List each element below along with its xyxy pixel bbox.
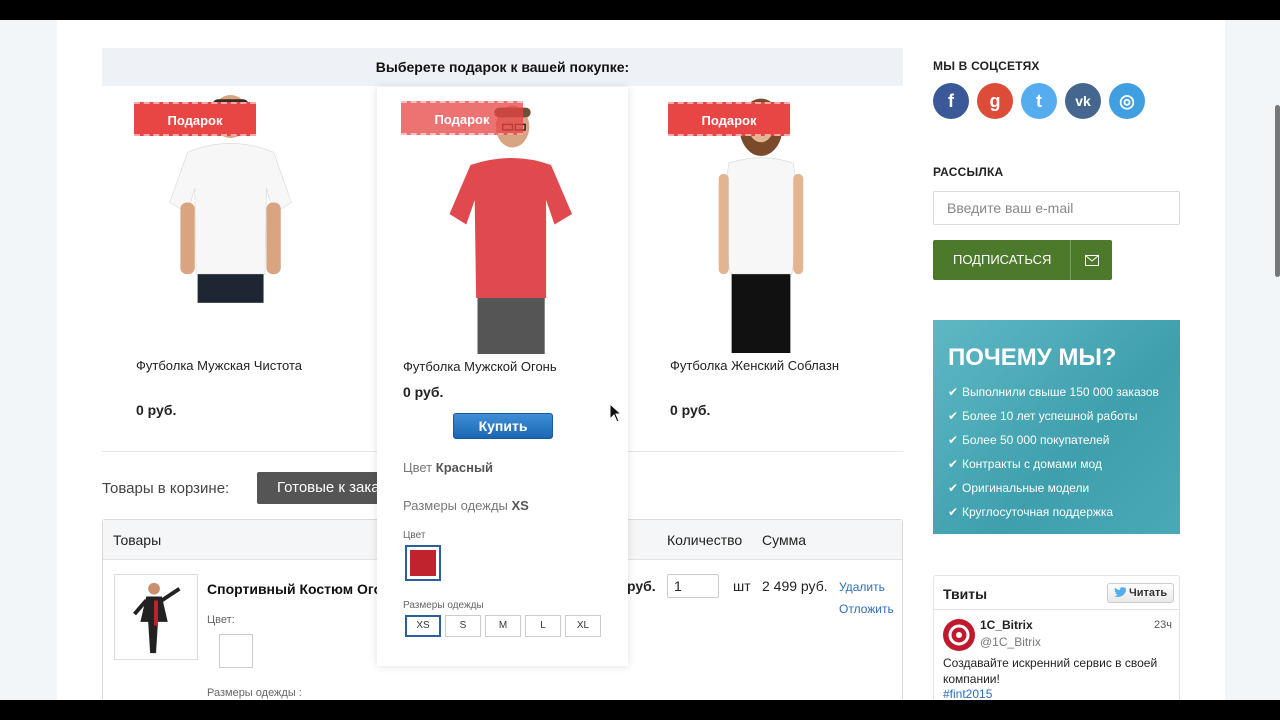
- google-plus-icon[interactable]: g: [977, 83, 1013, 119]
- twitter-icon[interactable]: t: [1021, 83, 1057, 119]
- gift-badge: Подарок: [134, 102, 256, 136]
- cart-product-image[interactable]: [114, 574, 198, 660]
- why-us-item: ✔ Круглосуточная поддержка: [948, 505, 1114, 519]
- social-icons: f g t vk ◎: [933, 83, 1145, 119]
- size-option-s[interactable]: S: [445, 615, 481, 637]
- gift-card-2-popup[interactable]: Подарок Футболка Мужской Огонь 0 руб. Ку…: [377, 87, 628, 666]
- gift-card-3[interactable]: Подарок Футболка Женский Соблазн 0 руб.: [636, 20, 886, 440]
- quantity-input[interactable]: 1: [667, 574, 719, 598]
- why-us-title: ПОЧЕМУ МЫ?: [948, 344, 1117, 371]
- tweets-divider: [934, 609, 1179, 610]
- tweets-widget: Твиты Читать 1C_Bitrix @1C_Bitrix 23ч Со…: [933, 575, 1180, 700]
- column-products: Товары: [113, 532, 162, 548]
- why-us-banner[interactable]: ПОЧЕМУ МЫ? ✔ Выполнили свыше 150 000 зака…: [933, 320, 1180, 534]
- cart-product-color-label: Цвет:: [207, 614, 235, 626]
- letterbox-top: [0, 0, 1280, 20]
- size-option-xs[interactable]: XS: [405, 615, 441, 637]
- cart-product-price: руб.: [627, 578, 656, 594]
- check-icon: ✔: [948, 457, 959, 471]
- size-option-l[interactable]: L: [525, 615, 561, 637]
- cart-product-sizes-label: Размеры одежды :: [207, 687, 302, 699]
- size-options: XS S M L XL: [405, 615, 601, 637]
- postpone-link[interactable]: Отложить: [839, 602, 894, 616]
- cart-product-sum: 2 499 руб.: [762, 578, 828, 594]
- tweet-author[interactable]: 1C_Bitrix: [980, 618, 1033, 632]
- gift-price: 0 руб.: [403, 384, 444, 400]
- scrollbar-thumb[interactable]: [1275, 105, 1280, 277]
- vk-icon[interactable]: vk: [1065, 83, 1101, 119]
- tweet-text: Создавайте искренний сервис в своей комп…: [943, 656, 1158, 686]
- buy-button[interactable]: Купить: [453, 413, 553, 439]
- social-title: МЫ В СОЦСЕТЯХ: [933, 59, 1040, 73]
- subscribe-button[interactable]: ПОДПИСАТЬСЯ: [933, 240, 1112, 280]
- letterbox-bottom: [0, 700, 1280, 720]
- check-icon: ✔: [948, 481, 959, 495]
- tweet-time[interactable]: 23ч: [1154, 619, 1172, 631]
- gift-price: 0 руб.: [136, 402, 177, 418]
- gift-name[interactable]: Футболка Мужская Чистота: [136, 358, 302, 373]
- sizes-label: Размеры одежды: [403, 600, 484, 611]
- tweet-handle[interactable]: @1C_Bitrix: [980, 635, 1041, 649]
- gift-badge: Подарок: [668, 102, 790, 136]
- subscribe-label: ПОДПИСАТЬСЯ: [953, 252, 1052, 267]
- tweets-title: Твиты: [943, 586, 988, 602]
- size-option-xl[interactable]: XL: [565, 615, 601, 637]
- gift-name[interactable]: Футболка Женский Соблазн: [670, 358, 839, 373]
- page: Выберете подарок к вашей покупке: Подаро…: [57, 20, 1225, 700]
- color-label: Цвет: [403, 530, 426, 541]
- size-option-m[interactable]: M: [485, 615, 521, 637]
- gift-price: 0 руб.: [670, 402, 711, 418]
- cart-product-color-swatch[interactable]: [219, 634, 253, 668]
- mouse-cursor-icon: [609, 403, 623, 423]
- ready-to-order-tab[interactable]: Готовые к заказу: [257, 472, 397, 504]
- selected-color-value: Красный: [435, 460, 494, 475]
- check-icon: ✔: [948, 385, 959, 399]
- why-us-item: ✔ Более 50 000 покупателей: [948, 433, 1110, 447]
- follow-label: Читать: [1129, 587, 1168, 599]
- email-input[interactable]: Введите ваш e-mail: [933, 191, 1180, 225]
- delete-link[interactable]: Удалить: [839, 580, 885, 594]
- why-us-item: ✔ Выполнили свыше 150 000 заказов: [948, 385, 1159, 399]
- check-icon: ✔: [948, 505, 959, 519]
- check-icon: ✔: [948, 409, 959, 423]
- product-image[interactable]: [377, 102, 627, 354]
- gift-badge: Подарок: [401, 101, 523, 135]
- instagram-icon[interactable]: ◎: [1109, 83, 1145, 119]
- selected-color-line: Цвет Красный: [403, 460, 493, 475]
- newsletter-title: РАССЫЛКА: [933, 165, 1004, 179]
- why-us-item: ✔ Оригинальные модели: [948, 481, 1090, 495]
- twitter-bird-icon: [1114, 587, 1126, 597]
- selected-size-value: XS: [511, 498, 529, 513]
- facebook-icon[interactable]: f: [933, 83, 969, 119]
- tweet-hashtag[interactable]: #fint2015: [943, 687, 992, 700]
- gift-name[interactable]: Футболка Мужской Огонь: [403, 359, 557, 374]
- bitrix-avatar[interactable]: [943, 619, 975, 651]
- follow-button[interactable]: Читать: [1107, 583, 1174, 603]
- mail-icon: [1070, 240, 1112, 280]
- why-us-item: ✔ Контракты с домами мод: [948, 457, 1102, 471]
- check-icon: ✔: [948, 433, 959, 447]
- why-us-item: ✔ Более 10 лет успешной работы: [948, 409, 1138, 423]
- column-sum: Сумма: [762, 532, 806, 548]
- selected-color-prefix: Цвет: [403, 460, 433, 475]
- gift-card-1[interactable]: Подарок Футболка Мужская Чистота 0 руб.: [102, 20, 352, 440]
- cart-label: Товары в корзине:: [102, 480, 230, 497]
- column-quantity: Количество: [667, 532, 743, 548]
- selected-size-line: Размеры одежды XS: [403, 498, 529, 513]
- cart-product-name[interactable]: Спортивный Костюм Огонь: [207, 581, 399, 597]
- color-swatch-red[interactable]: [405, 545, 441, 581]
- quantity-unit: шт: [733, 578, 751, 594]
- selected-size-prefix: Размеры одежды: [403, 498, 508, 513]
